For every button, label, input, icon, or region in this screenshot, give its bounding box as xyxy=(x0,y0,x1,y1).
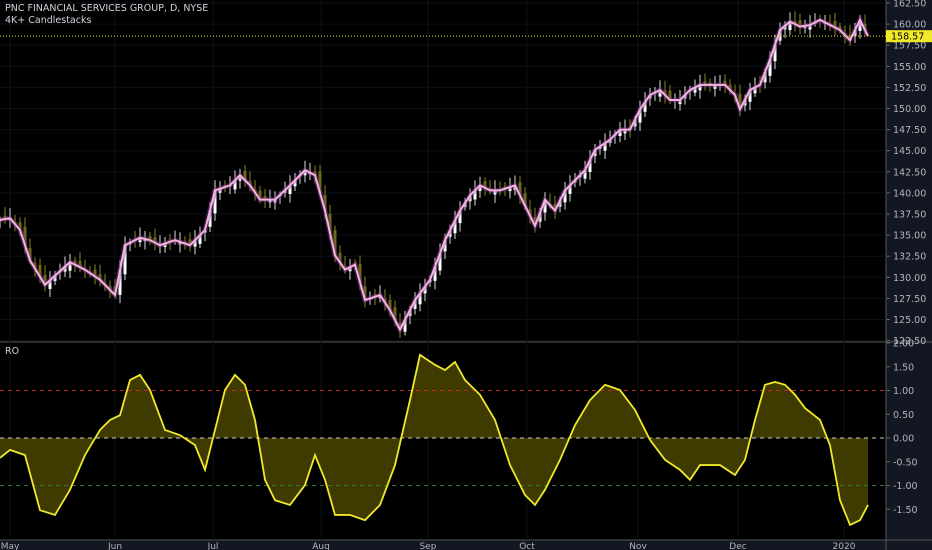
price-tick-label: 152.50 xyxy=(893,83,926,94)
time-tick-label: Nov xyxy=(629,542,647,550)
time-tick-label: May xyxy=(1,542,20,550)
price-tick-label: 140.00 xyxy=(893,188,926,199)
osc-tick-label: 1.50 xyxy=(893,362,914,373)
symbol-title: PNC FINANCIAL SERVICES GROUP, D, NYSE xyxy=(5,3,209,14)
time-tick-label: Oct xyxy=(519,542,535,550)
oscillator-label: RO xyxy=(5,346,20,357)
price-tick-label: 155.00 xyxy=(893,62,926,73)
time-tick-label: Sep xyxy=(420,542,437,550)
osc-tick-label: 2.00 xyxy=(893,339,914,350)
time-tick-label: Dec xyxy=(729,542,746,550)
time-tick-label: Aug xyxy=(312,542,330,550)
time-tick-label: Jul xyxy=(207,542,219,550)
osc-tick-label: -1.00 xyxy=(893,481,918,492)
price-tick-label: 132.50 xyxy=(893,252,926,263)
osc-tick-label: 1.00 xyxy=(893,386,914,397)
price-tick-label: 150.00 xyxy=(893,104,926,115)
price-tick-label: 162.50 xyxy=(893,0,926,10)
price-tick-label: 137.50 xyxy=(893,210,926,221)
price-tick-label: 145.00 xyxy=(893,146,926,157)
chart-canvas[interactable]: 162.50160.00157.50155.00152.50150.00147.… xyxy=(0,0,932,550)
price-tick-label: 130.00 xyxy=(893,273,926,284)
osc-tick-label: 0.50 xyxy=(893,410,914,421)
osc-tick-label: -1.50 xyxy=(893,505,918,516)
price-tick-label: 127.50 xyxy=(893,294,926,305)
indicator-name: 4K+ Candlestacks xyxy=(5,15,92,26)
price-tick-label: 142.50 xyxy=(893,167,926,178)
osc-tick-label: -0.50 xyxy=(893,457,918,468)
time-tick-label: Jun xyxy=(107,542,122,550)
price-tick-label: 125.00 xyxy=(893,315,926,326)
time-axis[interactable] xyxy=(0,540,886,550)
last-price-label: 158.57 xyxy=(891,32,924,43)
osc-tick-label: 0.00 xyxy=(893,434,914,445)
price-tick-label: 135.00 xyxy=(893,231,926,242)
time-tick-label: 2020 xyxy=(833,542,856,550)
price-tick-label: 147.50 xyxy=(893,125,926,136)
price-tick-label: 160.00 xyxy=(893,20,926,31)
plot-background xyxy=(0,0,886,540)
